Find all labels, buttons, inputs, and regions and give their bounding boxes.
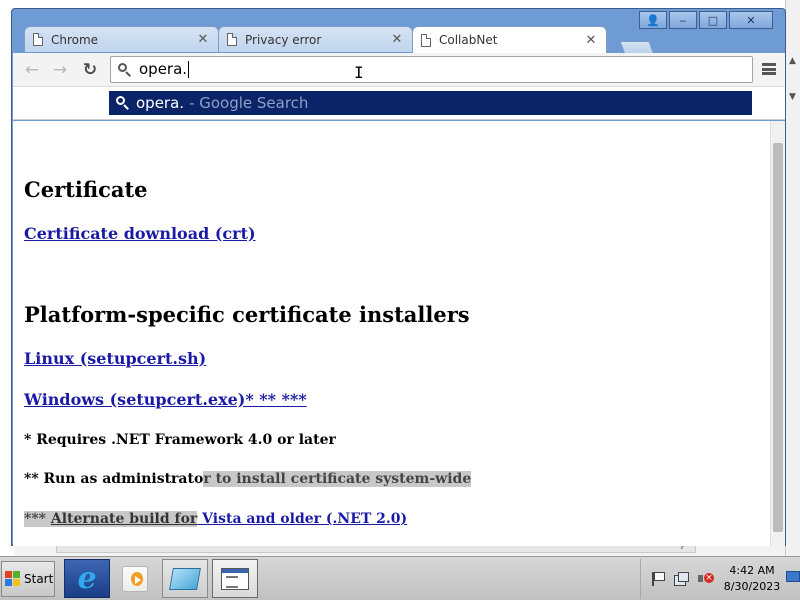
- tab-title: CollabNet: [439, 33, 498, 47]
- scrollbar-thumb[interactable]: [773, 143, 783, 532]
- link-alternate-build[interactable]: Vista and older (.NET 2.0): [197, 511, 407, 527]
- tab-title: Chrome: [51, 32, 99, 47]
- link-linux-installer[interactable]: Linux (setupcert.sh): [24, 349, 206, 368]
- start-button[interactable]: Start: [1, 561, 55, 597]
- clock[interactable]: 4:42 AM 8/30/2023: [723, 563, 781, 595]
- text-cursor-icon: I: [354, 63, 364, 82]
- scroll-down-arrow-icon[interactable]: ▼: [789, 92, 796, 102]
- tab-chrome[interactable]: Chrome ✕: [24, 26, 219, 52]
- tab-collabnet[interactable]: CollabNet ✕: [412, 26, 607, 53]
- volume-muted-icon[interactable]: [697, 571, 714, 587]
- media-player-icon: [122, 565, 148, 592]
- close-icon: ✕: [746, 13, 756, 27]
- note-prefix: ***: [24, 511, 51, 527]
- scroll-up-arrow-icon[interactable]: ▲: [789, 56, 796, 66]
- address-bar[interactable]: opera.: [110, 56, 753, 83]
- user-icon: 👤: [646, 13, 660, 27]
- show-desktop-icon[interactable]: [785, 569, 800, 585]
- windows-logo-icon: [5, 571, 21, 587]
- page-icon: [33, 33, 43, 46]
- reload-button[interactable]: ↻: [79, 59, 101, 81]
- reload-icon: ↻: [82, 60, 98, 80]
- taskbar-active-window[interactable]: [212, 559, 258, 598]
- link-alternate-build-selected[interactable]: Alternate build for: [50, 511, 198, 527]
- hamburger-icon: [762, 63, 776, 66]
- tab-close-icon[interactable]: ✕: [196, 32, 210, 47]
- clock-date: 8/30/2023: [723, 580, 781, 593]
- file-explorer-icon: [169, 567, 201, 590]
- network-icon[interactable]: [673, 571, 689, 587]
- heading-certificate: Certificate: [24, 177, 148, 202]
- tab-close-icon[interactable]: ✕: [390, 32, 404, 47]
- taskbar-media-player[interactable]: [112, 559, 158, 598]
- forward-button[interactable]: →: [49, 59, 71, 81]
- taskbar-internet-explorer[interactable]: e: [64, 559, 110, 598]
- system-tray: 4:42 AM 8/30/2023: [640, 559, 800, 599]
- maximize-button[interactable]: □: [699, 11, 727, 29]
- application-window-icon: [221, 567, 249, 590]
- suggestion-hint: - Google Search: [189, 94, 309, 112]
- search-icon: [115, 95, 131, 111]
- maximize-icon: □: [707, 13, 719, 27]
- address-bar-input[interactable]: opera.: [139, 61, 190, 78]
- taskbar: Start e 4:42 AM 8/30/2023: [0, 556, 800, 600]
- minimize-button[interactable]: ‒: [669, 11, 697, 29]
- note-text: ** Run as administrato: [24, 471, 204, 487]
- browser-toolbar: ← → ↻ opera.: [13, 53, 785, 87]
- menu-button[interactable]: [761, 61, 777, 77]
- tab-strip: Chrome ✕ Privacy error ✕ CollabNet ✕: [24, 26, 664, 55]
- heading-installers: Platform-specific certificate installers: [24, 302, 470, 327]
- suggestion-query: opera.: [136, 94, 185, 112]
- internet-explorer-icon: e: [77, 561, 97, 596]
- back-arrow-icon: ←: [24, 60, 40, 80]
- page-icon: [227, 33, 237, 46]
- link-certificate-download[interactable]: Certificate download (crt): [24, 224, 256, 243]
- clock-time: 4:42 AM: [729, 564, 775, 577]
- start-label: Start: [24, 572, 54, 586]
- tab-close-icon[interactable]: ✕: [584, 33, 598, 48]
- note-alternate-build: *** Alternate build for Vista and older …: [24, 511, 407, 527]
- note-dotnet-requirement: * Requires .NET Framework 4.0 or later: [24, 432, 336, 448]
- background-window-scrollbar[interactable]: ▲ ▼: [785, 0, 800, 556]
- back-button[interactable]: ←: [21, 59, 43, 81]
- selected-text: r to install certificate system-wide: [203, 471, 472, 487]
- minimize-icon: ‒: [679, 13, 687, 27]
- forward-arrow-icon: →: [52, 60, 68, 80]
- page-vertical-scrollbar[interactable]: [770, 121, 785, 546]
- chrome-window: 👤 ‒ □ ✕ Chrome ✕ Privacy error ✕ CollabN…: [11, 8, 786, 546]
- link-windows-installer[interactable]: Windows (setupcert.exe)* ** ***: [24, 390, 307, 409]
- page-content: Certificate Certificate download (crt) P…: [13, 121, 770, 546]
- tab-title: Privacy error: [245, 32, 322, 47]
- note-run-as-admin: ** Run as administrator to install certi…: [24, 471, 472, 487]
- omnibox-dropdown: opera. - Google Search: [13, 87, 785, 120]
- close-window-button[interactable]: ✕: [729, 11, 773, 29]
- omnibox-suggestion[interactable]: opera. - Google Search: [109, 91, 752, 115]
- taskbar-file-explorer[interactable]: [162, 559, 208, 598]
- tab-privacy-error[interactable]: Privacy error ✕: [218, 26, 413, 52]
- page-icon: [421, 33, 431, 47]
- search-icon: [117, 62, 133, 78]
- action-center-flag-icon[interactable]: [649, 571, 665, 587]
